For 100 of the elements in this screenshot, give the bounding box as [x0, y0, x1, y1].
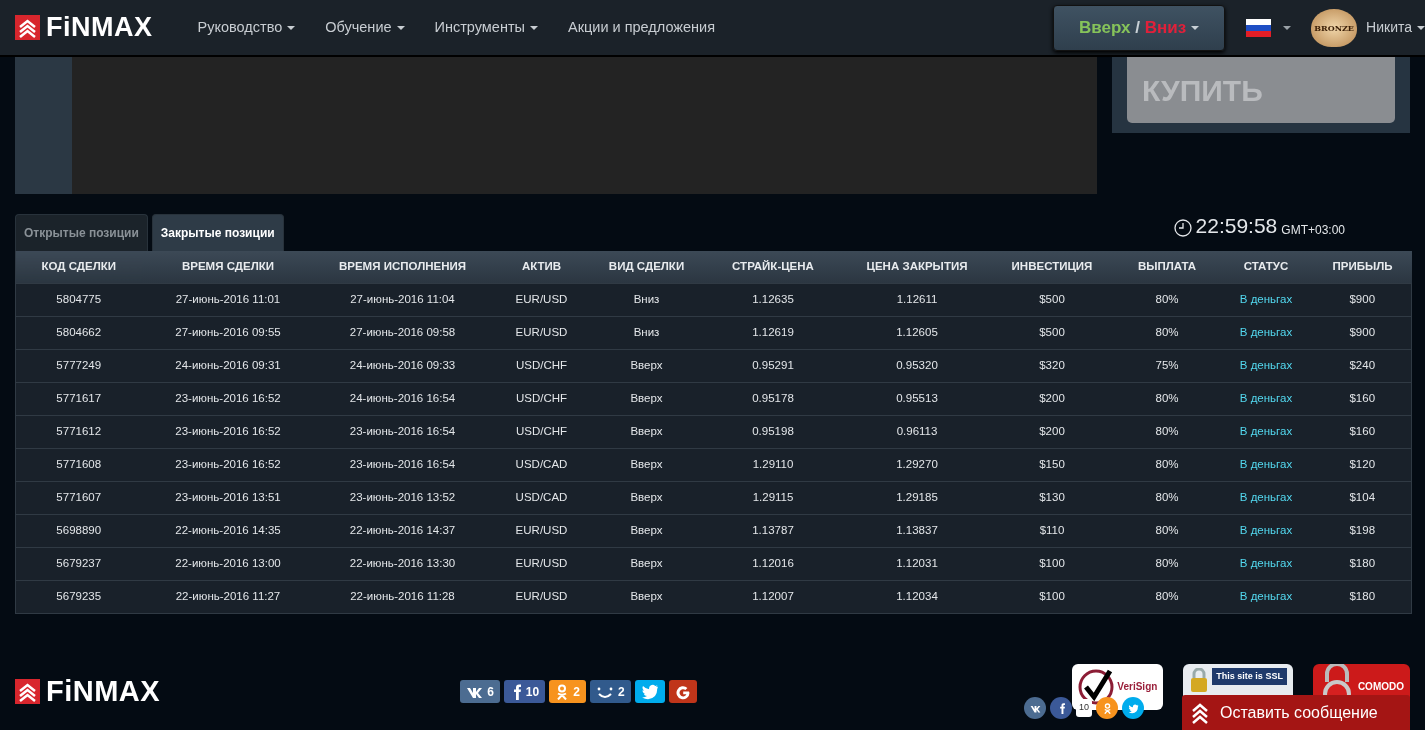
column-header[interactable]: ПРИБЫЛЬ: [1313, 251, 1412, 283]
table-cell: 5771608: [15, 448, 142, 481]
status-link[interactable]: В деньгах: [1218, 382, 1314, 415]
status-link[interactable]: В деньгах: [1218, 547, 1314, 580]
table-cell: 23-июнь-2016 13:52: [314, 481, 491, 514]
status-link[interactable]: В деньгах: [1218, 448, 1314, 481]
table-cell: USD/CHF: [490, 382, 593, 415]
table-cell: 1.13787: [700, 514, 846, 547]
table-cell: 80%: [1115, 448, 1219, 481]
table-cell: EUR/USD: [490, 514, 593, 547]
table-cell: 1.12034: [845, 580, 989, 613]
share-button[interactable]: [1096, 697, 1118, 719]
column-header[interactable]: ВИД СДЕЛКИ: [592, 251, 701, 283]
table-cell: 5679235: [15, 580, 142, 613]
caret-icon: [396, 25, 405, 30]
table-cell: $160: [1313, 382, 1412, 415]
table-cell: 0.96113: [845, 415, 989, 448]
table-cell: $180: [1313, 580, 1412, 613]
caret-icon: [287, 25, 296, 30]
share-button[interactable]: 10: [503, 680, 546, 703]
table-cell: 80%: [1115, 382, 1219, 415]
leave-message-button[interactable]: Оставить сообщение: [1182, 695, 1410, 730]
table-cell: 80%: [1115, 580, 1219, 613]
table-cell: $110: [988, 514, 1116, 547]
share-button[interactable]: [1122, 697, 1144, 719]
column-header[interactable]: ИНВЕСТИЦИЯ: [988, 251, 1116, 283]
table-cell: 1.12031: [845, 547, 989, 580]
table-cell: 80%: [1115, 514, 1219, 547]
tab[interactable]: Открытые позиции: [15, 214, 148, 251]
menu-item[interactable]: Акции и предложения: [552, 16, 730, 39]
caret-icon: [529, 25, 538, 30]
share-button[interactable]: 6: [460, 680, 500, 703]
column-header[interactable]: ВРЕМЯ ИСПОЛНЕНИЯ: [314, 251, 491, 283]
table-cell: 0.95513: [845, 382, 989, 415]
table-cell: 80%: [1115, 415, 1219, 448]
table-cell: Вверх: [592, 481, 701, 514]
table-cell: 0.95178: [700, 382, 846, 415]
logo-icon: [15, 15, 40, 40]
table-cell: Вверх: [592, 580, 701, 613]
table-cell: 23-июнь-2016 16:54: [314, 448, 491, 481]
table-cell: 23-июнь-2016 16:52: [141, 382, 315, 415]
table-cell: 27-июнь-2016 09:58: [314, 316, 491, 349]
table-cell: 80%: [1115, 547, 1219, 580]
table-cell: 1.12007: [700, 580, 846, 613]
avatar-badge[interactable]: BRONZE: [1311, 8, 1358, 47]
table-cell: 24-июнь-2016 09:31: [141, 349, 315, 382]
menu-item[interactable]: Руководство: [182, 16, 311, 39]
caret-icon[interactable]: [1283, 25, 1292, 30]
share-button[interactable]: [1050, 697, 1072, 719]
table-cell: Вверх: [592, 547, 701, 580]
table-cell: USD/CAD: [490, 448, 593, 481]
table-cell: $120: [1313, 448, 1412, 481]
table-cell: $500: [988, 283, 1116, 316]
menu-item[interactable]: Обучение: [310, 16, 420, 39]
status-link[interactable]: В деньгах: [1218, 514, 1314, 547]
footer-logo[interactable]: FiNMAX: [15, 669, 161, 714]
table-cell: 27-июнь-2016 11:01: [141, 283, 315, 316]
clock-icon: [1173, 219, 1192, 237]
trade-direction-button[interactable]: Вверх / Вниз: [1053, 4, 1226, 51]
user-menu[interactable]: Никита: [1366, 17, 1425, 38]
table-cell: EUR/USD: [490, 580, 593, 613]
column-header[interactable]: ВЫПЛАТА: [1115, 251, 1219, 283]
bird-icon: [640, 683, 659, 700]
table-cell: Вниз: [592, 316, 701, 349]
table-cell: $150: [988, 448, 1116, 481]
column-header[interactable]: КОД СДЕЛКИ: [15, 251, 142, 283]
table-cell: 5771612: [15, 415, 142, 448]
table-cell: 22-июнь-2016 11:28: [314, 580, 491, 613]
column-header[interactable]: СТРАЙК-ЦЕНА: [700, 251, 846, 283]
table-cell: 27-июнь-2016 09:55: [141, 316, 315, 349]
column-header[interactable]: ВРЕМЯ СДЕЛКИ: [141, 251, 315, 283]
status-link[interactable]: В деньгах: [1218, 481, 1314, 514]
tab[interactable]: Закрытые позиции: [151, 214, 284, 251]
table-cell: 5698890: [15, 514, 142, 547]
column-header[interactable]: ЦЕНА ЗАКРЫТИЯ: [845, 251, 989, 283]
table-cell: Вверх: [592, 514, 701, 547]
table-cell: EUR/USD: [490, 283, 593, 316]
table-cell: 5804775: [15, 283, 142, 316]
table-cell: 0.95320: [845, 349, 989, 382]
status-link[interactable]: В деньгах: [1218, 415, 1314, 448]
share-button[interactable]: [634, 680, 665, 703]
logo[interactable]: FiNMAX: [15, 7, 153, 48]
g-letter-icon: [674, 683, 691, 700]
column-header[interactable]: АКТИВ: [490, 251, 593, 283]
status-link[interactable]: В деньгах: [1218, 580, 1314, 613]
share-button[interactable]: [668, 680, 697, 703]
menu-item[interactable]: Инструменты: [419, 16, 553, 39]
table-cell: $104: [1313, 481, 1412, 514]
share-button[interactable]: [1024, 697, 1046, 719]
status-link[interactable]: В деньгах: [1218, 316, 1314, 349]
status-link[interactable]: В деньгах: [1218, 349, 1314, 382]
table-cell: $180: [1313, 547, 1412, 580]
table-cell: USD/CHF: [490, 415, 593, 448]
table-cell: USD/CAD: [490, 481, 593, 514]
table-cell: $900: [1313, 316, 1412, 349]
share-button[interactable]: 2: [589, 680, 631, 703]
table-cell: Вверх: [592, 349, 701, 382]
column-header[interactable]: СТАТУС: [1218, 251, 1314, 283]
logo-icon: [15, 679, 40, 704]
status-link[interactable]: В деньгах: [1218, 283, 1314, 316]
